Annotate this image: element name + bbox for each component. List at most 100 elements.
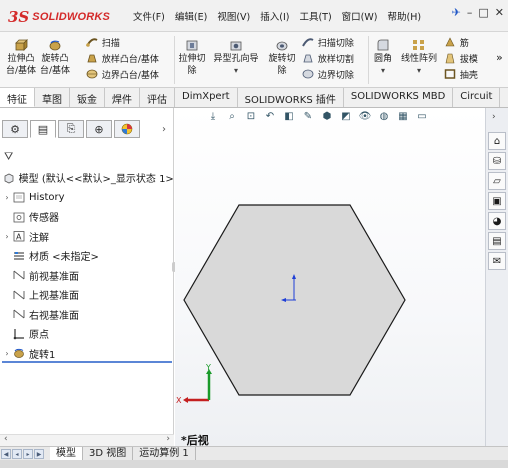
fillet-button[interactable]: 圆角 ▾	[370, 38, 396, 77]
tree-item-annotations[interactable]: › A 注解	[2, 227, 174, 247]
tab-dimxpert-manager[interactable]: ⊕	[86, 120, 112, 138]
tab-property-manager[interactable]: ▤	[30, 120, 56, 138]
swept-cut-button[interactable]: 扫描切除	[302, 36, 354, 50]
menu-help[interactable]: 帮助(H)	[382, 9, 426, 23]
fillet-label: 圆角	[373, 54, 392, 64]
menu-view[interactable]: 视图(V)	[212, 9, 255, 23]
fillet-dropdown-icon[interactable]: ▾	[370, 65, 396, 77]
rollback-bar[interactable]	[2, 361, 172, 363]
restore-button[interactable]: □	[478, 6, 488, 19]
scroll-right-icon[interactable]: ›	[166, 434, 170, 444]
draft-label: 拔模	[459, 55, 478, 65]
menu-edit[interactable]: 编辑(E)	[170, 9, 212, 23]
extrude-boss-button[interactable]: 拉伸凸 台/基体	[4, 38, 38, 77]
rib-button[interactable]: 筋	[444, 36, 469, 50]
tab-feature-manager[interactable]: ⚙	[2, 120, 28, 138]
configuration-manager-icon: ⎘	[66, 122, 76, 135]
boundary-boss-button[interactable]: 边界凸台/基体	[86, 68, 159, 82]
menu-file[interactable]: 文件(F)	[128, 9, 170, 23]
tree-item-history[interactable]: › History	[2, 188, 174, 208]
menu-tools[interactable]: 工具(T)	[294, 9, 336, 23]
revolve-cut-button[interactable]: 旋转切 除	[266, 38, 298, 77]
loft-boss-button[interactable]: 放样凸台/基体	[86, 52, 159, 66]
revolve-boss-button[interactable]: 旋转凸 台/基体	[38, 38, 72, 77]
appearances-icon[interactable]: ◕	[488, 212, 506, 230]
custom-properties-icon[interactable]: ▤	[488, 232, 506, 250]
revolve-boss-icon	[49, 40, 61, 51]
extrude-cut-button[interactable]: 拉伸切 除	[176, 38, 208, 77]
tab-sheet-metal[interactable]: 钣金	[70, 88, 105, 107]
linear-pattern-button[interactable]: 线性阵列 ▾	[398, 38, 440, 77]
tree-item-label: 前视基准面	[29, 271, 79, 283]
model-canvas: X Y	[176, 204, 406, 405]
ribbon-overflow-button[interactable]: »	[496, 52, 503, 64]
linear-pattern-dropdown-icon[interactable]: ▾	[398, 65, 440, 77]
file-explorer-icon[interactable]: ▱	[488, 172, 506, 190]
tree-root-model[interactable]: 模型 (默认<<默认>_显示状态 1>)	[2, 168, 174, 188]
part-icon	[2, 172, 16, 184]
tab-weldments[interactable]: 焊件	[105, 88, 140, 107]
tree-item-sensors[interactable]: 传感器	[2, 207, 174, 227]
tab-evaluate[interactable]: 评估	[140, 88, 175, 107]
revolve-boss-label: 旋转凸 台/基体	[39, 54, 71, 76]
first-tab-icon[interactable]: ◀	[1, 448, 11, 459]
minimize-button[interactable]: –	[467, 6, 473, 19]
next-tab-icon[interactable]: ▸	[23, 448, 33, 459]
hole-wizard-dropdown-icon[interactable]: ▾	[210, 65, 262, 77]
panel-horizontal-scrollbar[interactable]: ‹ ›	[0, 434, 174, 446]
tab-circuitworks[interactable]: Circuit	[453, 88, 501, 107]
extrude-cut-label: 拉伸切 除	[178, 54, 206, 76]
tab-display-manager[interactable]	[114, 120, 140, 138]
document-tabs-bar: ◀ ◂ ▸ ▶ 模型 3D 视图 运动算例 1	[0, 446, 508, 460]
tab-mbd[interactable]: SOLIDWORKS MBD	[344, 88, 454, 107]
tree-item-material[interactable]: 材质 <未指定>	[2, 246, 174, 266]
tab-model[interactable]: 模型	[50, 447, 83, 460]
draft-button[interactable]: 拔模	[444, 52, 478, 66]
expand-arrow-icon[interactable]: ›	[2, 193, 12, 202]
boundary-cut-label: 边界切除	[317, 71, 354, 81]
tab-sketch[interactable]: 草图	[35, 88, 70, 107]
prev-tab-icon[interactable]: ◂	[12, 448, 22, 459]
hole-wizard-button[interactable]: 异型孔向导 ▾	[210, 38, 262, 77]
pin-icon[interactable]: ✈	[452, 6, 461, 19]
expand-arrow-icon[interactable]: ›	[2, 349, 12, 358]
boundary-boss-label: 边界凸台/基体	[101, 71, 159, 81]
forum-icon[interactable]: ✉	[488, 252, 506, 270]
task-pane: › ⌂ ⛁ ▱ ▣ ◕ ▤ ✉	[485, 108, 508, 446]
tab-motion-study[interactable]: 运动算例 1	[133, 447, 196, 460]
graphics-area[interactable]: ⤓ ⌕ ⊡ ↶ ◧ ✎ ⬢ ◩ 👁 ◍ ▦ ▭ X Y *后视	[175, 108, 485, 447]
expand-arrow-icon[interactable]: ›	[2, 232, 12, 241]
lofted-cut-label: 放样切割	[317, 55, 354, 65]
sensors-icon	[12, 211, 26, 223]
menu-window[interactable]: 窗口(W)	[337, 9, 383, 23]
tree-item-origin[interactable]: 原点	[2, 324, 174, 344]
panel-scroll-right-icon[interactable]: ›	[162, 124, 166, 135]
last-tab-icon[interactable]: ▶	[34, 448, 44, 459]
sweep-button[interactable]: 扫描	[86, 36, 120, 50]
tab-addins[interactable]: SOLIDWORKS 插件	[238, 88, 344, 107]
task-pane-expand-icon[interactable]: ›	[492, 112, 496, 122]
design-library-icon[interactable]: ⛁	[488, 152, 506, 170]
sweep-icon	[86, 38, 98, 47]
tab-dimxpert[interactable]: DimXpert	[175, 88, 238, 107]
filter-icon[interactable]: ⛛	[4, 150, 13, 164]
svg-text:X: X	[176, 396, 182, 405]
tree-item-label: 原点	[29, 330, 49, 342]
tree-item-top-plane[interactable]: 上视基准面	[2, 285, 174, 305]
tree-item-right-plane[interactable]: 右视基准面	[2, 305, 174, 325]
close-button[interactable]: ✕	[495, 6, 504, 19]
lofted-cut-button[interactable]: 放样切割	[302, 52, 354, 66]
solidworks-resources-icon[interactable]: ⌂	[488, 132, 506, 150]
tab-features[interactable]: 特征	[0, 88, 35, 107]
tree-item-front-plane[interactable]: 前视基准面	[2, 266, 174, 286]
shell-button[interactable]: 抽壳	[444, 68, 478, 82]
tab-3d-views[interactable]: 3D 视图	[83, 447, 134, 460]
view-palette-icon[interactable]: ▣	[488, 192, 506, 210]
tree-item-label: History	[29, 191, 65, 203]
tree-item-label: 上视基准面	[29, 291, 79, 303]
tab-configuration-manager[interactable]: ⎘	[58, 120, 84, 138]
scroll-left-icon[interactable]: ‹	[4, 434, 8, 444]
menu-insert[interactable]: 插入(I)	[255, 9, 294, 23]
solidworks-logo[interactable]: 3S SOLIDWORKS	[8, 7, 110, 27]
boundary-cut-button[interactable]: 边界切除	[302, 68, 354, 82]
